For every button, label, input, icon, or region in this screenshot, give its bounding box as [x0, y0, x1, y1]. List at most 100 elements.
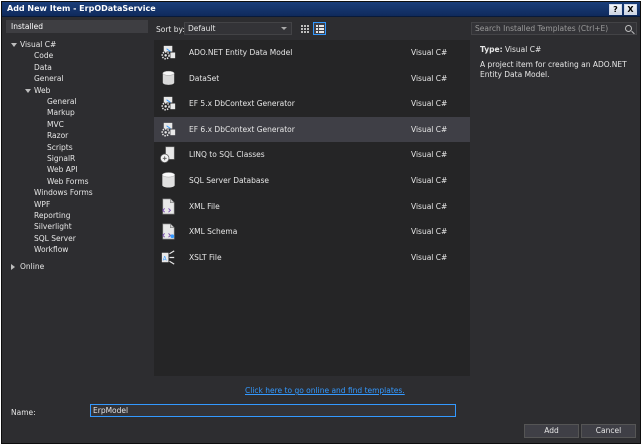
- tree-item[interactable]: General: [34, 73, 64, 84]
- tree-item[interactable]: Code: [34, 50, 53, 61]
- type-label: Type:: [480, 45, 503, 54]
- tree-item[interactable]: Visual C#: [11, 39, 57, 50]
- template-row[interactable]: EF 6.x DbContext Generator Visual C#: [154, 116, 470, 142]
- template-name: EF 6.x DbContext Generator: [189, 124, 295, 134]
- title-bar: Add New Item - ErpODataService ? X: [2, 2, 640, 17]
- xml-file-icon: [162, 198, 175, 215]
- small-icons-view-button[interactable]: [298, 22, 311, 35]
- dataset-icon: [162, 70, 175, 85]
- collapsed-arrow-icon[interactable]: [11, 263, 15, 270]
- tree-item[interactable]: Silverlight: [34, 221, 72, 232]
- template-list: ADO.NET Entity Data Model Visual C# DataSe…: [154, 40, 470, 376]
- tree-item-label: Web: [34, 85, 51, 95]
- template-row[interactable]: EF 5.x DbContext Generator Visual C#: [154, 91, 470, 116]
- sort-by-dropdown[interactable]: Default: [184, 22, 292, 35]
- window-title: Add New Item - ErpODataService: [7, 4, 156, 13]
- template-name: XML Schema: [189, 227, 238, 237]
- tree-item[interactable]: Web Forms: [47, 176, 89, 187]
- template-language: Visual C#: [411, 227, 448, 237]
- tree-item-label: Silverlight: [34, 222, 72, 232]
- tree-item[interactable]: Scripts: [47, 142, 73, 153]
- add-new-item-dialog: Add New Item - ErpODataService ? X Insta…: [1, 1, 641, 444]
- tree-item[interactable]: General: [47, 96, 77, 107]
- template-name: ADO.NET Entity Data Model: [189, 48, 293, 57]
- tree-item-label: Windows Forms: [34, 188, 93, 198]
- tree-item[interactable]: SQL Server: [34, 233, 76, 244]
- tree-item[interactable]: Web: [25, 85, 51, 96]
- chevron-down-icon: [281, 27, 287, 30]
- tree-item[interactable]: Markup: [47, 107, 75, 118]
- template-name: LINQ to SQL Classes: [189, 150, 265, 160]
- tree-item-label: Online: [20, 261, 45, 271]
- tree-item-label: SignalR: [47, 154, 76, 163]
- tree-item[interactable]: Workflow: [34, 244, 68, 255]
- svg-text:A: A: [163, 256, 167, 262]
- tree-item-label: Razor: [47, 131, 69, 141]
- template-row[interactable]: XML Schema Visual C#: [154, 219, 470, 244]
- tree-item-label: General: [34, 74, 64, 84]
- list-view-button[interactable]: [313, 22, 326, 35]
- dbcontext-generator-icon: [161, 97, 176, 111]
- template-row[interactable]: SQL Server Database Visual C#: [154, 168, 470, 193]
- template-language: Visual C#: [411, 99, 448, 109]
- tree-item-label: General: [47, 97, 77, 106]
- close-button[interactable]: X: [624, 4, 637, 15]
- entity-model-icon: [161, 45, 176, 60]
- tree-item[interactable]: Data: [34, 62, 52, 73]
- tree-item[interactable]: Windows Forms: [34, 187, 93, 198]
- expand-arrow-icon[interactable]: [11, 43, 17, 47]
- template-language: Visual C#: [411, 124, 448, 134]
- template-name: EF 5.x DbContext Generator: [189, 99, 295, 109]
- help-button[interactable]: ?: [609, 4, 622, 15]
- template-name: SQL Server Database: [189, 176, 269, 185]
- linq-to-sql-icon: [160, 147, 175, 164]
- xslt-file-icon: A: [161, 250, 175, 265]
- template-language: Visual C#: [411, 252, 448, 262]
- name-label: Name:: [11, 408, 36, 417]
- tree-item-label: Markup: [47, 108, 75, 118]
- tree-item[interactable]: Web API: [47, 164, 78, 175]
- template-language: Visual C#: [411, 150, 448, 160]
- xml-schema-icon: [162, 223, 175, 240]
- installed-header[interactable]: Installed: [6, 20, 148, 33]
- tree-item-label: Web API: [47, 165, 78, 175]
- tree-item[interactable]: SignalR: [47, 153, 75, 164]
- search-templates-input[interactable]: Search Installed Templates (Ctrl+E): [471, 22, 637, 35]
- template-language: Visual C#: [411, 176, 448, 185]
- tree-item[interactable]: Razor: [47, 130, 68, 141]
- template-row[interactable]: XML File Visual C#: [154, 194, 470, 219]
- add-button[interactable]: Add: [524, 424, 579, 438]
- database-icon: [162, 172, 175, 188]
- tree-item-label: Web Forms: [47, 176, 89, 186]
- online-templates-link[interactable]: Click here to go online and find templat…: [245, 386, 405, 395]
- template-row[interactable]: ADO.NET Entity Data Model Visual C#: [154, 40, 470, 65]
- tree-item-label: Visual C#: [20, 40, 57, 49]
- tree-item-online[interactable]: Online: [11, 261, 45, 272]
- template-name: XML File: [189, 201, 220, 211]
- tree-item-label: MVC: [47, 119, 64, 129]
- dbcontext-generator-icon: [161, 122, 176, 137]
- template-row[interactable]: LINQ to SQL Classes Visual C#: [154, 142, 470, 167]
- sort-by-value: Default: [188, 24, 216, 33]
- template-language: Visual C#: [411, 48, 448, 57]
- expand-arrow-icon[interactable]: [25, 88, 31, 93]
- tree-item-label: Data: [34, 62, 52, 72]
- tree-item[interactable]: MVC: [47, 119, 64, 130]
- tree-item-label: Workflow: [34, 245, 69, 255]
- template-description: A project item for creating an ADO.NET E…: [480, 60, 627, 79]
- grid-view-icon: [301, 25, 309, 33]
- tree-item-label: WPF: [34, 199, 51, 209]
- template-language: Visual C#: [411, 73, 448, 83]
- list-view-icon: [316, 25, 324, 33]
- sort-by-label: Sort by:: [156, 25, 185, 34]
- name-input[interactable]: ErpModel: [90, 404, 456, 417]
- template-row[interactable]: A XSLT File Visual C#: [154, 245, 470, 270]
- template-row[interactable]: DataSet Visual C#: [154, 66, 470, 91]
- template-name: DataSet: [189, 73, 220, 83]
- tree-item[interactable]: WPF: [34, 199, 50, 210]
- tree-item[interactable]: Reporting: [34, 210, 70, 221]
- tree-item-label: SQL Server: [34, 233, 76, 243]
- template-details-pane: Type: Visual C# A project item for creat…: [480, 45, 638, 80]
- cancel-button[interactable]: Cancel: [581, 424, 636, 438]
- tree-item-label: Scripts: [47, 142, 73, 152]
